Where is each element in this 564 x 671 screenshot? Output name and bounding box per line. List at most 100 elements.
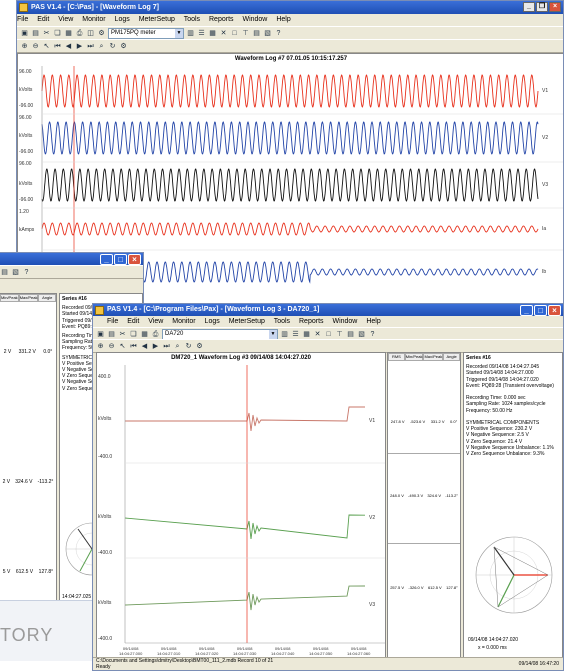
menu-window[interactable]: Window <box>242 16 267 23</box>
help-icon[interactable]: ? <box>22 268 31 277</box>
zoom-in-icon[interactable]: ⊕ <box>20 42 29 51</box>
second-title-bar[interactable]: _ □ × <box>0 253 143 265</box>
refresh-icon[interactable]: ↻ <box>108 42 117 51</box>
prev-icon[interactable]: ◀ <box>64 42 73 51</box>
save-icon[interactable]: ▤ <box>107 330 116 339</box>
menu-help[interactable]: Help <box>276 16 290 23</box>
chevron-down-icon[interactable]: ▼ <box>175 28 183 38</box>
filter-icon[interactable]: ⊤ <box>335 330 344 339</box>
frame-icon[interactable]: □ <box>324 330 333 339</box>
cut-icon[interactable]: ✂ <box>42 29 51 38</box>
menu-monitor[interactable]: Monitor <box>82 16 105 23</box>
help-icon[interactable]: ? <box>368 330 377 339</box>
second-toolbar: ▤ ▧ ? <box>0 265 143 279</box>
paste-icon[interactable]: ▦ <box>64 29 73 38</box>
y-axis-label: kVolts <box>19 181 33 187</box>
close-icon[interactable]: × <box>549 2 561 12</box>
maximize-icon[interactable]: □ <box>534 305 547 316</box>
next-icon[interactable]: ▶ <box>151 342 160 351</box>
paste-icon[interactable]: ▦ <box>140 330 149 339</box>
first-icon[interactable]: ⏮ <box>53 42 62 51</box>
next-icon[interactable]: ▶ <box>75 42 84 51</box>
menu-edit[interactable]: Edit <box>127 318 139 325</box>
front-waveform-plot[interactable]: DM720_1 Waveform Log #3 09/14/08 14:04:2… <box>96 352 386 658</box>
menu-tools[interactable]: Tools <box>274 318 290 325</box>
menu-file[interactable]: File <box>107 318 118 325</box>
menu-edit[interactable]: Edit <box>37 16 49 23</box>
zoom-out-icon[interactable]: ⊖ <box>31 42 40 51</box>
minimize-icon[interactable]: _ <box>520 305 533 316</box>
menu-help[interactable]: Help <box>366 318 380 325</box>
cut-icon[interactable]: ✂ <box>118 330 127 339</box>
report-icon[interactable]: ▧ <box>263 29 272 38</box>
list-icon[interactable]: ☰ <box>291 330 300 339</box>
main-title: PAS V1.4 - [C:\Pas] - [Waveform Log 7] <box>31 4 159 11</box>
menu-view[interactable]: View <box>58 16 73 23</box>
menu-monitor[interactable]: Monitor <box>172 318 195 325</box>
minimize-icon[interactable]: _ <box>523 2 535 12</box>
maximize-icon[interactable]: □ <box>114 254 127 265</box>
menu-logs[interactable]: Logs <box>115 16 130 23</box>
report-icon[interactable]: ▧ <box>357 330 366 339</box>
menu-logs[interactable]: Logs <box>205 318 220 325</box>
print-icon[interactable]: ⎙ <box>75 29 84 38</box>
copy-icon[interactable]: ❏ <box>53 29 62 38</box>
menu-metersetup[interactable]: MeterSetup <box>229 318 265 325</box>
settings-icon[interactable]: ⚙ <box>119 42 128 51</box>
settings-icon[interactable]: ⚙ <box>195 342 204 351</box>
refresh-icon[interactable]: ↻ <box>184 342 193 351</box>
copy-icon[interactable]: ❏ <box>129 330 138 339</box>
menu-file[interactable]: File <box>17 16 28 23</box>
zoom-in-icon[interactable]: ⊕ <box>96 342 105 351</box>
chart-icon[interactable]: ▤ <box>252 29 261 38</box>
menu-tools[interactable]: Tools <box>184 16 200 23</box>
help-icon[interactable]: ? <box>274 29 283 38</box>
cursor-icon[interactable]: ↖ <box>42 42 51 51</box>
binoculars-icon[interactable]: ⌕ <box>173 342 182 351</box>
save-icon[interactable]: ▤ <box>31 29 40 38</box>
chart-icon[interactable]: ▤ <box>346 330 355 339</box>
filter-icon[interactable]: ⊤ <box>241 29 250 38</box>
cursor-icon[interactable]: ↖ <box>118 342 127 351</box>
gear-icon[interactable]: ⚙ <box>97 29 106 38</box>
x-axis-label: 09/14/08 14:04:27.000 <box>119 646 143 656</box>
table-icon[interactable]: ▥ <box>186 29 195 38</box>
menu-window[interactable]: Window <box>332 318 357 325</box>
main-title-bar[interactable]: PAS V1.4 - [C:\Pas] - [Waveform Log 7] _… <box>17 1 563 14</box>
waveform-trace <box>41 168 539 202</box>
report-icon[interactable]: ▧ <box>11 268 20 277</box>
menu-view[interactable]: View <box>148 318 163 325</box>
delete-icon[interactable]: ✕ <box>313 330 322 339</box>
prev-icon[interactable]: ◀ <box>140 342 149 351</box>
open-icon[interactable]: ▣ <box>20 29 29 38</box>
grid-icon[interactable]: ▦ <box>302 330 311 339</box>
close-icon[interactable]: × <box>548 305 561 316</box>
main-toolbar-1: ▣ ▤ ✂ ❏ ▦ ⎙ ◫ ⚙ PM175PQ meter ▼ ▥ ☰ ▦ ✕ □… <box>17 26 563 40</box>
open-icon[interactable]: ▣ <box>96 330 105 339</box>
minimize-icon[interactable]: _ <box>100 254 113 265</box>
y-axis-label: -400.0 <box>98 550 113 556</box>
zoom-out-icon[interactable]: ⊖ <box>107 342 116 351</box>
menu-reports[interactable]: Reports <box>209 16 234 23</box>
device-combo[interactable]: DA720 ▼ <box>162 328 278 340</box>
last-icon[interactable]: ⏭ <box>86 42 95 51</box>
delete-icon[interactable]: ✕ <box>219 29 228 38</box>
first-icon[interactable]: ⏮ <box>129 342 138 351</box>
list-icon[interactable]: ☰ <box>197 29 206 38</box>
grid-icon[interactable]: ▦ <box>208 29 217 38</box>
chevron-down-icon[interactable]: ▼ <box>269 329 277 339</box>
device-combo[interactable]: PM175PQ meter ▼ <box>108 27 184 39</box>
second-row-1: 2 V 331.2 V 0.0° <box>3 349 53 355</box>
menu-reports[interactable]: Reports <box>299 318 324 325</box>
last-icon[interactable]: ⏭ <box>162 342 171 351</box>
menu-metersetup[interactable]: MeterSetup <box>139 16 175 23</box>
binoculars-icon[interactable]: ⌕ <box>97 42 106 51</box>
preview-icon[interactable]: ◫ <box>86 29 95 38</box>
restore-icon[interactable]: ❐ <box>536 2 548 12</box>
print-icon[interactable]: ⎙ <box>151 330 160 339</box>
close-icon[interactable]: × <box>128 254 141 265</box>
front-title-bar[interactable]: PAS V1.4 - [C:\Program Files\Pax] - [Wav… <box>93 304 563 316</box>
table-icon[interactable]: ▥ <box>280 330 289 339</box>
frame-icon[interactable]: □ <box>230 29 239 38</box>
chart-icon[interactable]: ▤ <box>0 268 9 277</box>
